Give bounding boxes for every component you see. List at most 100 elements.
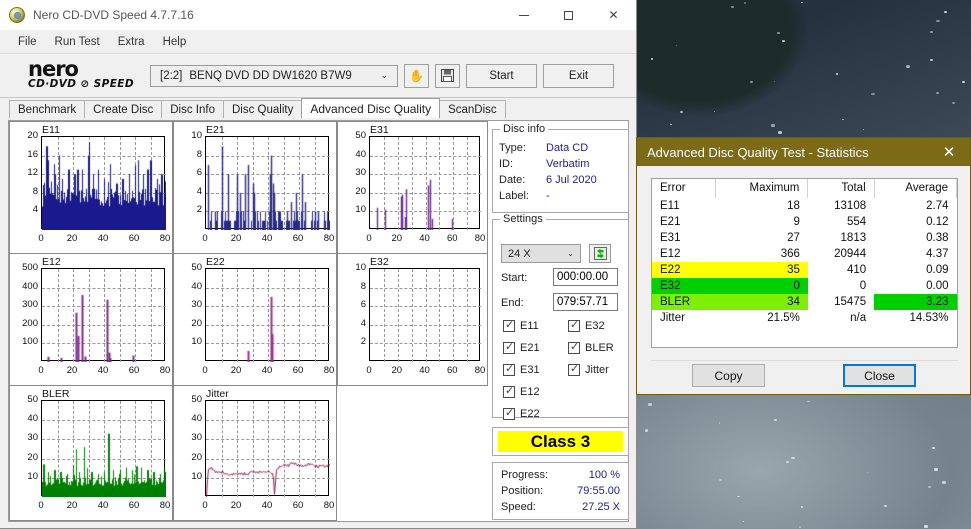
drive-select[interactable]: [2:2] BENQ DVD DD DW1620 B7W9 ⌄ bbox=[150, 64, 398, 87]
menu-extra[interactable]: Extra bbox=[109, 33, 154, 51]
wallpaper-speck bbox=[883, 505, 887, 508]
y-axis-tick-label: 30 bbox=[355, 167, 366, 179]
checkbox-e31[interactable]: E31 bbox=[503, 362, 540, 376]
wallpaper-speck bbox=[771, 124, 776, 127]
speed-select[interactable]: 24 X ⌄ bbox=[501, 244, 581, 263]
checkbox-e11[interactable]: E11 bbox=[503, 318, 539, 332]
tab-advanced-disc-quality[interactable]: Advanced Disc Quality bbox=[301, 98, 441, 118]
settings-legend: Settings bbox=[500, 213, 546, 225]
wallpaper-speck bbox=[774, 81, 776, 83]
eject-button[interactable]: ✋ bbox=[404, 63, 429, 88]
wallpaper-speck bbox=[749, 80, 754, 84]
wallpaper-speck bbox=[936, 91, 940, 94]
progress-label: Progress: bbox=[501, 469, 549, 481]
cell-maximum: 366 bbox=[780, 248, 800, 260]
tab-disc-info[interactable]: Disc Info bbox=[161, 100, 224, 118]
y-axis-tick-label: 20 bbox=[27, 451, 38, 463]
menu-file[interactable]: File bbox=[9, 33, 46, 51]
y-axis-tick-label: 40 bbox=[355, 148, 366, 160]
start-time-field[interactable]: 000:00.00 bbox=[553, 268, 618, 286]
logo-subtitle: CD·DVD ⊘ SPEED bbox=[28, 78, 134, 90]
close-icon[interactable]: ✕ bbox=[928, 138, 970, 166]
close-button[interactable]: Close bbox=[843, 364, 916, 387]
chevron-down-icon: ⌄ bbox=[380, 70, 388, 80]
start-time-label: Start: bbox=[501, 272, 528, 284]
cell-error: Jitter bbox=[660, 312, 685, 324]
tab-scandisc[interactable]: ScanDisc bbox=[439, 100, 506, 118]
table-header-row: Error Maximum Total Average bbox=[652, 179, 958, 198]
plot-area bbox=[41, 268, 166, 362]
cell-maximum: 27 bbox=[787, 232, 800, 244]
menu-help[interactable]: Help bbox=[154, 33, 196, 51]
disc-date-label: Date: bbox=[499, 174, 526, 186]
checkbox-e21[interactable]: E21 bbox=[503, 340, 540, 354]
y-axis-tick-label: 8 bbox=[32, 185, 38, 197]
checkbox-e32[interactable]: E32 bbox=[568, 318, 605, 332]
y-axis-tick-label: 12 bbox=[27, 167, 38, 179]
cell-total: 15475 bbox=[834, 296, 867, 308]
y-axis-tick-label: 4 bbox=[32, 204, 38, 216]
checkbox-e22[interactable]: E22 bbox=[503, 406, 540, 420]
x-axis-tick-label: 40 bbox=[97, 233, 109, 244]
x-axis-tick-label: 0 bbox=[202, 233, 208, 244]
close-button[interactable]: ✕ bbox=[591, 0, 636, 31]
table-row: Jitter 21.5% n/a 14.53% bbox=[652, 310, 957, 326]
y-axis-tick-label: 10 bbox=[27, 470, 38, 482]
table-row: E22 35 410 0.09 bbox=[652, 262, 957, 278]
wallpaper-speck bbox=[944, 11, 948, 14]
x-axis-tick-label: 60 bbox=[292, 233, 304, 244]
y-axis-tick-label: 20 bbox=[355, 185, 366, 197]
y-axis-tick-label: 20 bbox=[27, 130, 38, 141]
speed-label: Speed: bbox=[501, 501, 536, 513]
wallpaper-speck bbox=[842, 118, 844, 120]
charts-grid: E11 4 8 12 16 20 0 20 40 60 80 E21 2 4 6 8 10 0 20 40 60 80 E3… bbox=[9, 121, 488, 521]
menubar: File Run Test Extra Help bbox=[0, 31, 636, 54]
x-axis-tick-label: 20 bbox=[66, 233, 78, 244]
window-title: Nero CD-DVD Speed 4.7.7.16 bbox=[33, 8, 194, 22]
plot-area bbox=[205, 136, 330, 230]
end-time-field[interactable]: 079:57.71 bbox=[553, 293, 618, 311]
y-axis-tick-label: 300 bbox=[22, 299, 38, 311]
wallpaper-speck bbox=[680, 111, 683, 113]
plot-canvas bbox=[206, 269, 330, 362]
checkbox-icon bbox=[568, 318, 580, 332]
exit-button[interactable]: Exit bbox=[543, 63, 614, 88]
save-button[interactable] bbox=[435, 63, 460, 88]
x-axis-tick-label: 0 bbox=[202, 365, 208, 376]
checkbox-bler[interactable]: BLER bbox=[568, 340, 614, 354]
y-axis-tick-label: 6 bbox=[196, 167, 202, 179]
x-axis-tick-label: 40 bbox=[97, 500, 109, 511]
copy-button[interactable]: Copy bbox=[692, 364, 765, 387]
table-row: E11 18 13108 2.74 bbox=[652, 198, 957, 214]
wallpaper-speck bbox=[743, 2, 746, 4]
x-axis-tick-label: 0 bbox=[38, 500, 44, 511]
wallpaper-speck bbox=[798, 525, 802, 528]
minimize-button[interactable] bbox=[501, 0, 546, 31]
statistics-table: Error Maximum Total Average E11 18 13108 2.… bbox=[652, 179, 958, 326]
disc-label-value: - bbox=[546, 190, 550, 202]
tab-disc-quality[interactable]: Disc Quality bbox=[223, 100, 303, 118]
wallpaper-speck bbox=[929, 58, 933, 62]
class-rating-badge: Class 3 bbox=[498, 431, 623, 452]
wallpaper-speck bbox=[737, 495, 740, 498]
maximize-button[interactable] bbox=[546, 0, 591, 31]
wallpaper-speck bbox=[942, 481, 946, 484]
tab-benchmark[interactable]: Benchmark bbox=[9, 100, 86, 118]
chart-title: E21 bbox=[206, 124, 225, 136]
y-axis-tick-label: 50 bbox=[27, 394, 38, 405]
wallpaper-speck bbox=[718, 422, 721, 424]
wallpaper-speck bbox=[927, 485, 931, 488]
cell-total: 1813 bbox=[840, 232, 867, 244]
cell-error: E31 bbox=[660, 232, 681, 244]
checkbox-e12[interactable]: E12 bbox=[503, 384, 540, 398]
chart-e21: E21 2 4 6 8 10 0 20 40 60 80 bbox=[173, 121, 337, 254]
disc-date-value: 6 Jul 2020 bbox=[546, 174, 597, 186]
start-button[interactable]: Start bbox=[466, 63, 537, 88]
cell-maximum: 21.5% bbox=[767, 312, 800, 324]
tab-create-disc[interactable]: Create Disc bbox=[84, 100, 163, 118]
refresh-speed-button[interactable] bbox=[589, 244, 611, 263]
plot-area bbox=[205, 400, 330, 497]
menu-run-test[interactable]: Run Test bbox=[46, 33, 109, 51]
checkbox-icon bbox=[568, 340, 580, 354]
checkbox-jitter[interactable]: Jitter bbox=[568, 362, 609, 376]
